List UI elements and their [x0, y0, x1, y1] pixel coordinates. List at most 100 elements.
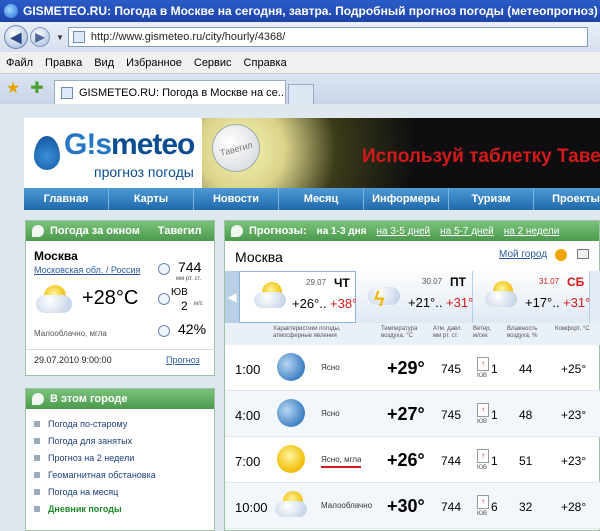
current-weather-header: Погода за окном Тавегил [26, 221, 214, 241]
row-comfort: +23° [561, 408, 587, 422]
table-row: 7:00 Ясно, мгла +26° 744 ↑ ЮВ 1 51 +23° [225, 437, 600, 483]
city-link-busy[interactable]: Погода для занятых [34, 432, 214, 449]
sun-cloud-icon [485, 281, 521, 309]
day-card-thu[interactable]: 29.07 ЧТ +26°.. +38° [239, 271, 358, 323]
new-tab-button[interactable] [288, 84, 314, 104]
day-high-temp: +31° [446, 295, 474, 310]
day-of-week: ПТ [450, 275, 466, 289]
city-link-geomagnetic[interactable]: Геомагнитная обстановка [34, 466, 214, 483]
ad-banner[interactable]: Тавегил Используй таблетку Тавег [202, 118, 600, 188]
sun-cloud-icon [275, 491, 311, 521]
day-card-fri[interactable]: ϟ 30.07 ПТ +21°.. +31° [356, 271, 473, 323]
menu-file[interactable]: Файл [6, 57, 33, 69]
day-high-temp: +38° [330, 296, 358, 311]
header-ad-text: Тавегил [157, 225, 202, 237]
bullet-icon [34, 437, 40, 444]
row-comfort: +25° [561, 362, 587, 376]
address-bar[interactable]: http://www.gismeteo.ru/city/hourly/4368/ [67, 27, 588, 47]
menu-favorites[interactable]: Избранное [126, 57, 182, 69]
row-time: 1:00 [235, 362, 261, 377]
day-of-week: СБ [567, 275, 585, 289]
site-header: G!smeteo прогноз погоды Тавегил Использу… [24, 118, 600, 188]
bullet-icon [34, 488, 40, 495]
page-icon [72, 31, 85, 43]
my-city-link[interactable]: Мой город [499, 249, 547, 260]
menu-bar: Файл Правка Вид Избранное Сервис Справка [0, 52, 600, 74]
row-comfort: +23° [561, 454, 587, 468]
day-date: 31.07 [539, 277, 560, 286]
window-title: GISMETEO.RU: Погода в Москве на сегодня,… [23, 4, 600, 18]
city-links-list: Погода по-старому Погода для занятых Про… [26, 409, 214, 517]
current-city: Москва [34, 249, 78, 263]
sun-cloud-icon [36, 285, 76, 315]
nav-month[interactable]: Месяц [279, 188, 364, 210]
gismeteo-logo[interactable]: G!smeteo прогноз погоды [34, 126, 202, 182]
col-temperature: Температура воздуха, °C [381, 326, 418, 339]
city-link-diary[interactable]: Дневник погоды [34, 500, 214, 517]
row-wind-speed: 1 [491, 362, 498, 376]
nav-maps[interactable]: Карты [109, 188, 194, 210]
ad-text: Используй таблетку Тавег [362, 146, 600, 167]
row-wind-dir: ЮВ [477, 419, 488, 425]
tab-3-5-days[interactable]: на 3-5 дней [377, 226, 431, 237]
row-temp: +29° [387, 358, 425, 378]
row-humidity: 48 [519, 408, 533, 422]
menu-edit[interactable]: Правка [45, 57, 82, 69]
humidity-icon [158, 325, 170, 337]
city-link-month[interactable]: Погода на месяц [34, 483, 214, 500]
current-condition: Малооблачно, мгла [34, 329, 107, 338]
tab-1-3-days[interactable]: на 1-3 дня [317, 226, 367, 237]
table-row: 10:00 Малооблачно +30° 744 ↑ ЮВ 6 32 +28… [225, 483, 600, 529]
city-links-panel: В этом городе Погода по-старому Погода д… [25, 388, 215, 531]
menu-view[interactable]: Вид [94, 57, 114, 69]
tab-page-icon [61, 86, 73, 99]
sun-icon [277, 445, 305, 473]
print-icon[interactable] [577, 249, 589, 259]
tab-5-7-days[interactable]: на 5-7 дней [440, 226, 494, 237]
city-link-old-style[interactable]: Погода по-старому [34, 415, 214, 432]
browser-tab[interactable]: GISMETEO.RU: Погода в Москве на се... [54, 80, 286, 104]
back-button[interactable]: ◀ [4, 25, 28, 49]
row-humidity: 51 [519, 454, 533, 468]
favorites-star-icon[interactable]: ★ [4, 80, 22, 98]
leaf-icon [32, 225, 44, 237]
forward-button[interactable]: ▶ [30, 27, 50, 47]
nav-home[interactable]: Главная [24, 188, 109, 210]
current-weather-panel: Погода за окном Тавегил Москва Московска… [25, 220, 216, 376]
forecast-column-headers: Характеристики погоды, атмосферные явлен… [225, 323, 600, 345]
leaf-icon [32, 393, 44, 405]
current-wind-direction: ЮВ [171, 287, 188, 298]
tab-title: GISMETEO.RU: Погода в Москве на се... [79, 86, 286, 99]
nav-news[interactable]: Новости [194, 188, 279, 210]
row-wind-dir: ЮВ [477, 465, 488, 471]
menu-tools[interactable]: Сервис [194, 57, 232, 69]
history-dropdown-icon[interactable]: ▼ [56, 33, 64, 42]
day-card-sat[interactable]: 31.07 СБ +17°.. +31° [473, 271, 590, 323]
pill-icon: Тавегил [206, 118, 266, 178]
bullet-icon [34, 505, 40, 512]
row-wind-speed: 6 [491, 500, 498, 514]
menu-help[interactable]: Справка [244, 57, 287, 69]
nav-projects[interactable]: Проекты [534, 188, 600, 210]
forecast-link[interactable]: Прогноз [166, 355, 200, 365]
nav-tourism[interactable]: Туризм [449, 188, 534, 210]
day-low-temp: +21°.. [408, 295, 443, 310]
row-temp: +30° [387, 496, 425, 516]
navigation-bar: ◀ ▶ ▼ http://www.gismeteo.ru/city/hourly… [0, 22, 600, 52]
add-favorite-icon[interactable]: ✚ [28, 80, 46, 98]
home-icon[interactable] [555, 249, 567, 261]
city-link-two-weeks[interactable]: Прогноз на 2 недели [34, 449, 214, 466]
wind-unit: м/с [194, 301, 203, 307]
nav-informers[interactable]: Информеры [364, 188, 449, 210]
lightning-icon: ϟ [374, 289, 385, 311]
logo-subtitle: прогноз погоды [94, 164, 194, 180]
row-humidity: 44 [519, 362, 533, 376]
region-link[interactable]: Московская обл. / Россия [34, 265, 140, 275]
table-row: 1:00 Ясно +29° 745 ↑ ЮВ 1 44 +25° [225, 345, 600, 391]
tab-2-weeks[interactable]: на 2 недели [504, 226, 560, 237]
current-pressure: 744 [178, 259, 202, 275]
current-temp: +28°C [82, 287, 139, 309]
moon-icon [277, 353, 305, 381]
main-nav: Главная Карты Новости Месяц Информеры Ту… [24, 188, 600, 210]
prev-day-arrow-icon[interactable]: ◀ [225, 271, 239, 323]
